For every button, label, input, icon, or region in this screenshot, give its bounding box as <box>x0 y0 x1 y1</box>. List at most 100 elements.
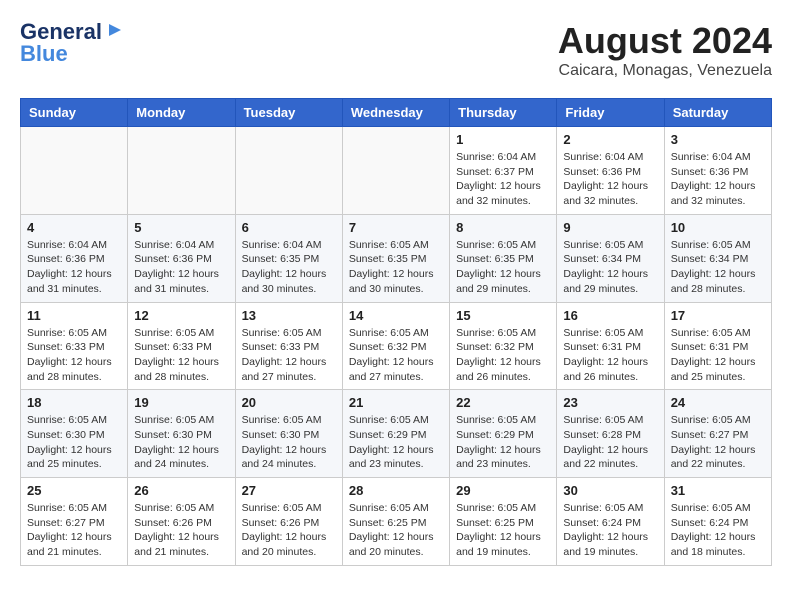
cell-date-number: 4 <box>27 220 121 235</box>
cell-date-number: 13 <box>242 308 336 323</box>
cell-info: Sunrise: 6:05 AM Sunset: 6:31 PM Dayligh… <box>563 326 657 385</box>
page-header: General Blue August 2024 Caicara, Monaga… <box>20 20 772 88</box>
cell-date-number: 6 <box>242 220 336 235</box>
cell-date-number: 29 <box>456 483 550 498</box>
cell-date-number: 9 <box>563 220 657 235</box>
cell-info: Sunrise: 6:05 AM Sunset: 6:26 PM Dayligh… <box>134 501 228 560</box>
calendar-day-header: Saturday <box>664 99 771 127</box>
cell-info: Sunrise: 6:05 AM Sunset: 6:35 PM Dayligh… <box>349 238 443 297</box>
calendar-cell: 26 Sunrise: 6:05 AM Sunset: 6:26 PM Dayli… <box>128 478 235 566</box>
calendar-cell: 6 Sunrise: 6:04 AM Sunset: 6:35 PM Daylig… <box>235 214 342 302</box>
cell-date-number: 21 <box>349 395 443 410</box>
calendar-day-header: Thursday <box>450 99 557 127</box>
cell-info: Sunrise: 6:05 AM Sunset: 6:34 PM Dayligh… <box>671 238 765 297</box>
calendar-cell <box>21 127 128 215</box>
cell-date-number: 17 <box>671 308 765 323</box>
calendar-cell: 19 Sunrise: 6:05 AM Sunset: 6:30 PM Dayli… <box>128 390 235 478</box>
cell-date-number: 10 <box>671 220 765 235</box>
calendar-cell: 25 Sunrise: 6:05 AM Sunset: 6:27 PM Dayli… <box>21 478 128 566</box>
cell-date-number: 26 <box>134 483 228 498</box>
cell-date-number: 25 <box>27 483 121 498</box>
calendar-cell <box>128 127 235 215</box>
cell-info: Sunrise: 6:04 AM Sunset: 6:36 PM Dayligh… <box>563 150 657 209</box>
cell-date-number: 20 <box>242 395 336 410</box>
cell-info: Sunrise: 6:05 AM Sunset: 6:28 PM Dayligh… <box>563 413 657 472</box>
calendar-day-header: Tuesday <box>235 99 342 127</box>
cell-info: Sunrise: 6:05 AM Sunset: 6:31 PM Dayligh… <box>671 326 765 385</box>
calendar-cell: 24Sunrise: 6:05 AM Sunset: 6:27 PM Dayli… <box>664 390 771 478</box>
calendar-cell: 18 Sunrise: 6:05 AM Sunset: 6:30 PM Dayli… <box>21 390 128 478</box>
calendar-cell <box>235 127 342 215</box>
cell-info: Sunrise: 6:05 AM Sunset: 6:33 PM Dayligh… <box>134 326 228 385</box>
calendar-day-header: Sunday <box>21 99 128 127</box>
cell-info: Sunrise: 6:05 AM Sunset: 6:25 PM Dayligh… <box>456 501 550 560</box>
calendar-cell: 1Sunrise: 6:04 AM Sunset: 6:37 PM Daylig… <box>450 127 557 215</box>
cell-info: Sunrise: 6:04 AM Sunset: 6:36 PM Dayligh… <box>134 238 228 297</box>
cell-info: Sunrise: 6:05 AM Sunset: 6:34 PM Dayligh… <box>563 238 657 297</box>
calendar-cell <box>342 127 449 215</box>
calendar-cell: 12 Sunrise: 6:05 AM Sunset: 6:33 PM Dayli… <box>128 302 235 390</box>
cell-info: Sunrise: 6:04 AM Sunset: 6:35 PM Dayligh… <box>242 238 336 297</box>
cell-info: Sunrise: 6:04 AM Sunset: 6:36 PM Dayligh… <box>27 238 121 297</box>
logo-arrow-icon <box>106 21 124 39</box>
cell-info: Sunrise: 6:05 AM Sunset: 6:30 PM Dayligh… <box>27 413 121 472</box>
cell-info: Sunrise: 6:05 AM Sunset: 6:26 PM Dayligh… <box>242 501 336 560</box>
cell-date-number: 2 <box>563 132 657 147</box>
cell-info: Sunrise: 6:05 AM Sunset: 6:30 PM Dayligh… <box>134 413 228 472</box>
cell-date-number: 14 <box>349 308 443 323</box>
calendar-cell: 28 Sunrise: 6:05 AM Sunset: 6:25 PM Dayli… <box>342 478 449 566</box>
cell-info: Sunrise: 6:05 AM Sunset: 6:25 PM Dayligh… <box>349 501 443 560</box>
calendar-week-row: 1Sunrise: 6:04 AM Sunset: 6:37 PM Daylig… <box>21 127 772 215</box>
calendar-cell: 3 Sunrise: 6:04 AM Sunset: 6:36 PM Daylig… <box>664 127 771 215</box>
cell-date-number: 15 <box>456 308 550 323</box>
calendar-header-row: SundayMondayTuesdayWednesdayThursdayFrid… <box>21 99 772 127</box>
calendar-day-header: Friday <box>557 99 664 127</box>
logo-blue-text: Blue <box>20 42 124 66</box>
calendar-cell: 20 Sunrise: 6:05 AM Sunset: 6:30 PM Dayli… <box>235 390 342 478</box>
title-section: August 2024 Caicara, Monagas, Venezuela <box>558 20 772 80</box>
calendar-cell: 29 Sunrise: 6:05 AM Sunset: 6:25 PM Dayli… <box>450 478 557 566</box>
calendar-cell: 22Sunrise: 6:05 AM Sunset: 6:29 PM Dayli… <box>450 390 557 478</box>
cell-date-number: 28 <box>349 483 443 498</box>
cell-date-number: 12 <box>134 308 228 323</box>
calendar-cell: 30Sunrise: 6:05 AM Sunset: 6:24 PM Dayli… <box>557 478 664 566</box>
cell-date-number: 31 <box>671 483 765 498</box>
cell-info: Sunrise: 6:05 AM Sunset: 6:33 PM Dayligh… <box>27 326 121 385</box>
logo: General Blue <box>20 20 140 66</box>
cell-info: Sunrise: 6:05 AM Sunset: 6:32 PM Dayligh… <box>349 326 443 385</box>
cell-info: Sunrise: 6:05 AM Sunset: 6:32 PM Dayligh… <box>456 326 550 385</box>
calendar-day-header: Wednesday <box>342 99 449 127</box>
cell-info: Sunrise: 6:05 AM Sunset: 6:27 PM Dayligh… <box>27 501 121 560</box>
calendar-table: SundayMondayTuesdayWednesdayThursdayFrid… <box>20 98 772 566</box>
calendar-cell: 31Sunrise: 6:05 AM Sunset: 6:24 PM Dayli… <box>664 478 771 566</box>
calendar-cell: 27 Sunrise: 6:05 AM Sunset: 6:26 PM Dayli… <box>235 478 342 566</box>
logo-container: General Blue <box>20 20 124 66</box>
cell-date-number: 8 <box>456 220 550 235</box>
calendar-body: 1Sunrise: 6:04 AM Sunset: 6:37 PM Daylig… <box>21 127 772 566</box>
calendar-cell: 7 Sunrise: 6:05 AM Sunset: 6:35 PM Daylig… <box>342 214 449 302</box>
calendar-cell: 8 Sunrise: 6:05 AM Sunset: 6:35 PM Daylig… <box>450 214 557 302</box>
cell-date-number: 23 <box>563 395 657 410</box>
cell-date-number: 3 <box>671 132 765 147</box>
calendar-cell: 14 Sunrise: 6:05 AM Sunset: 6:32 PM Dayli… <box>342 302 449 390</box>
calendar-cell: 10 Sunrise: 6:05 AM Sunset: 6:34 PM Dayli… <box>664 214 771 302</box>
page-title: August 2024 <box>558 20 772 62</box>
calendar-cell: 4 Sunrise: 6:04 AM Sunset: 6:36 PM Daylig… <box>21 214 128 302</box>
calendar-cell: 11 Sunrise: 6:05 AM Sunset: 6:33 PM Dayli… <box>21 302 128 390</box>
cell-date-number: 27 <box>242 483 336 498</box>
cell-info: Sunrise: 6:04 AM Sunset: 6:37 PM Dayligh… <box>456 150 550 209</box>
page-subtitle: Caicara, Monagas, Venezuela <box>558 62 772 80</box>
cell-date-number: 11 <box>27 308 121 323</box>
cell-date-number: 5 <box>134 220 228 235</box>
cell-info: Sunrise: 6:05 AM Sunset: 6:30 PM Dayligh… <box>242 413 336 472</box>
cell-info: Sunrise: 6:05 AM Sunset: 6:29 PM Dayligh… <box>349 413 443 472</box>
cell-date-number: 18 <box>27 395 121 410</box>
calendar-week-row: 18 Sunrise: 6:05 AM Sunset: 6:30 PM Dayli… <box>21 390 772 478</box>
cell-date-number: 19 <box>134 395 228 410</box>
calendar-cell: 15 Sunrise: 6:05 AM Sunset: 6:32 PM Dayli… <box>450 302 557 390</box>
calendar-week-row: 11 Sunrise: 6:05 AM Sunset: 6:33 PM Dayli… <box>21 302 772 390</box>
cell-info: Sunrise: 6:05 AM Sunset: 6:29 PM Dayligh… <box>456 413 550 472</box>
cell-info: Sunrise: 6:04 AM Sunset: 6:36 PM Dayligh… <box>671 150 765 209</box>
cell-date-number: 7 <box>349 220 443 235</box>
cell-info: Sunrise: 6:05 AM Sunset: 6:35 PM Dayligh… <box>456 238 550 297</box>
